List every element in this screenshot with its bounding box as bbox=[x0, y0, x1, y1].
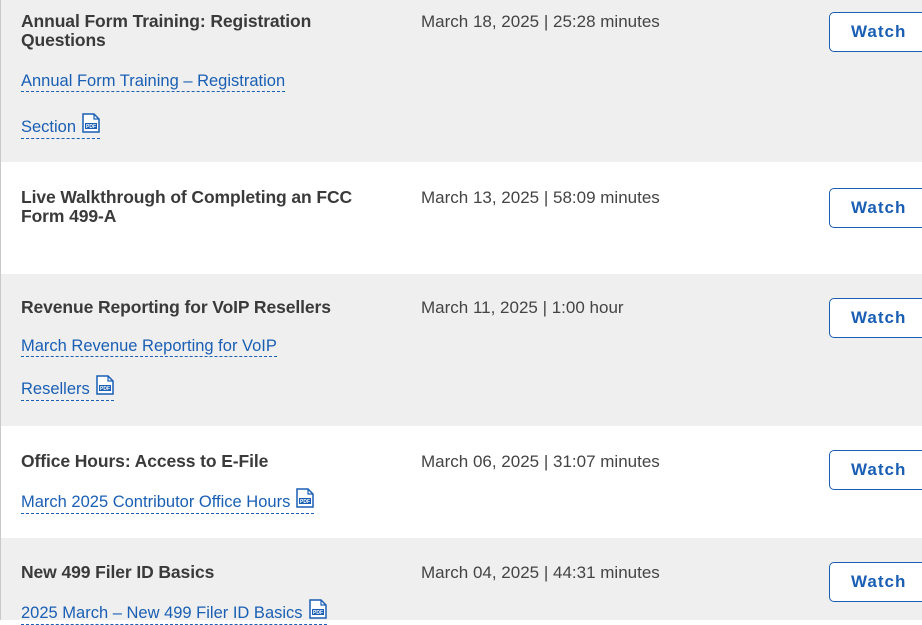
training-date-duration: March 04, 2025 | 44:31 minutes bbox=[421, 563, 660, 582]
watch-button[interactable]: Watch bbox=[829, 562, 922, 602]
training-date-duration: March 06, 2025 | 31:07 minutes bbox=[421, 452, 660, 471]
training-row: Office Hours: Access to E-File March 06,… bbox=[1, 426, 922, 538]
pdf-link[interactable]: March 2025 Contributor Office Hours PDF bbox=[21, 488, 315, 514]
watch-button[interactable]: Watch bbox=[829, 188, 922, 228]
training-date-duration: March 18, 2025 | 25:28 minutes bbox=[421, 12, 660, 31]
pdf-link-line[interactable]: March Revenue Reporting for VoIP bbox=[21, 336, 277, 357]
pdf-link[interactable]: Section PDF bbox=[21, 113, 101, 139]
pdf-link-label: 2025 March – New 499 Filer ID Basics bbox=[21, 604, 303, 622]
pdf-link[interactable]: Resellers PDF bbox=[21, 375, 114, 401]
watch-button[interactable]: Watch bbox=[829, 12, 922, 52]
svg-text:PDF: PDF bbox=[86, 124, 96, 130]
pdf-icon: PDF bbox=[308, 599, 327, 624]
training-title: Revenue Reporting for VoIP Resellers bbox=[21, 297, 331, 317]
training-title: Annual Form Training: Registration Quest… bbox=[21, 11, 312, 50]
svg-text:PDF: PDF bbox=[100, 386, 110, 392]
watch-button[interactable]: Watch bbox=[829, 298, 922, 338]
pdf-link-line[interactable]: Annual Form Training – Registration bbox=[21, 71, 286, 92]
svg-text:PDF: PDF bbox=[313, 610, 323, 616]
svg-text:PDF: PDF bbox=[300, 499, 310, 505]
pdf-icon: PDF bbox=[296, 488, 315, 513]
pdf-link-label: Resellers bbox=[21, 380, 90, 398]
training-row: Live Walkthrough of Completing an FCC Fo… bbox=[1, 162, 922, 274]
training-title: Office Hours: Access to E-File bbox=[21, 451, 269, 471]
training-row: Revenue Reporting for VoIP Resellers Mar… bbox=[1, 274, 922, 426]
training-row: New 499 Filer ID Basics March 04, 2025 |… bbox=[1, 538, 922, 625]
pdf-link-label: March 2025 Contributor Office Hours bbox=[21, 493, 291, 511]
pdf-icon: PDF bbox=[96, 375, 114, 400]
watch-button[interactable]: Watch bbox=[829, 450, 922, 490]
training-title: New 499 Filer ID Basics bbox=[21, 562, 215, 582]
pdf-link-label: Section bbox=[21, 118, 77, 136]
training-date-duration: March 13, 2025 | 58:09 minutes bbox=[421, 188, 660, 207]
training-date-duration: March 11, 2025 | 1:00 hour bbox=[421, 298, 624, 317]
training-row: Annual Form Training: Registration Quest… bbox=[1, 0, 922, 162]
training-title: Live Walkthrough of Completing an FCC Fo… bbox=[21, 187, 353, 226]
pdf-icon: PDF bbox=[82, 113, 100, 138]
pdf-link[interactable]: 2025 March – New 499 Filer ID Basics PDF bbox=[21, 599, 327, 625]
